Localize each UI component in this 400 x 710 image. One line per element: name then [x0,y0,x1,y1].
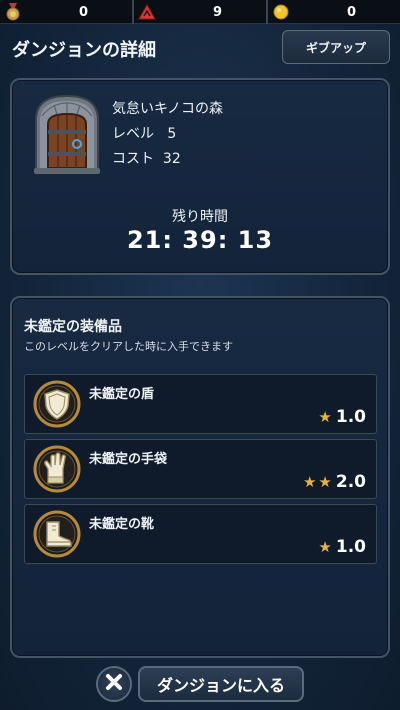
equipment-title: 未鑑定の装備品 [24,319,122,335]
star-icon: ★ [318,407,332,426]
equipment-item-shield[interactable]: 未鑑定の盾 ★ 1.0 [24,374,377,434]
rating-value: 1.0 [335,407,366,427]
level-value: 5 [167,126,177,142]
rating-value: 1.0 [335,537,366,557]
coin-count: 0 [346,4,356,20]
dungeon-door-icon [32,94,102,174]
resource-warning: 9 [134,0,268,24]
glove-icon [33,445,81,493]
star-icon: ★ [318,472,332,491]
resource-coin: 0 [268,0,400,24]
equipment-panel: 未鑑定の装備品 このレベルをクリアした時に入手できます 未鑑定の盾 ★ 1.0 [10,296,390,658]
boot-icon [33,510,81,558]
enter-dungeon-button[interactable]: ダンジョンに入る [138,666,304,702]
remaining-time-value: 21: 39: 13 [126,226,274,254]
equipment-subtitle: このレベルをクリアした時に入手できます [24,340,233,353]
star-icon: ★ [302,472,317,491]
shield-icon [33,380,81,428]
give-up-button[interactable]: ギブアップ [282,30,390,64]
item-rating: ★ 1.0 [318,407,366,427]
warning-icon [138,3,156,21]
star-icon: ★ [318,537,332,556]
warning-count: 9 [212,4,222,20]
cost-label: コスト [112,151,154,167]
close-button[interactable] [96,666,132,702]
dungeon-name: 気怠いキノコの森 [112,101,224,117]
level-label: レベル [112,126,154,142]
item-name: 未鑑定の靴 [89,517,155,532]
medal-icon [4,3,22,21]
resource-bar: 0 9 0 [0,0,400,24]
item-rating: ★ 1.0 [318,537,366,557]
dungeon-cost: コスト 32 [112,148,223,173]
dungeon-info-panel: 気怠いキノコの森 レベル 5 コスト 32 残り時間 21: 39: 13 [10,78,390,275]
rating-value: 2.0 [335,472,366,492]
close-icon [105,673,123,695]
equipment-item-boot[interactable]: 未鑑定の靴 ★ 1.0 [24,504,377,564]
item-rating: ★ ★ 2.0 [303,472,366,492]
resource-medal: 0 [0,0,134,24]
item-name: 未鑑定の手袋 [89,452,168,467]
page-title: ダンジョンの詳細 [12,40,156,61]
medal-count: 0 [78,4,88,20]
coin-icon [272,3,290,21]
item-name: 未鑑定の盾 [89,387,155,402]
dungeon-level: レベル 5 [112,123,223,148]
equipment-item-glove[interactable]: 未鑑定の手袋 ★ ★ 2.0 [24,439,377,499]
cost-value: 32 [162,151,181,167]
remaining-time-label: 残り時間 [172,209,228,225]
